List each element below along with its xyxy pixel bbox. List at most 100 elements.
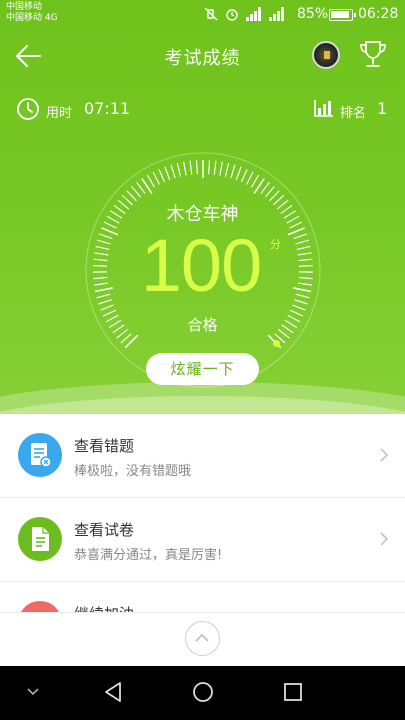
recents-nav-icon[interactable] bbox=[282, 680, 304, 704]
gauge-tick bbox=[93, 258, 108, 262]
status-bar: 中国移动 中国移动 4G 85% 06:28 bbox=[0, 0, 405, 30]
score-value: 100 bbox=[140, 224, 262, 307]
wrong-questions-icon bbox=[18, 433, 62, 477]
gauge-tick bbox=[295, 239, 310, 245]
gauge-tick bbox=[93, 276, 108, 280]
page-title: 考试成绩 bbox=[164, 48, 241, 69]
home-nav-icon[interactable] bbox=[191, 680, 215, 704]
gauge-tick bbox=[240, 168, 248, 183]
gauge-tick bbox=[296, 245, 311, 251]
gauge-tick bbox=[100, 304, 114, 311]
gauge-tick bbox=[235, 166, 242, 181]
gauge-tick bbox=[287, 227, 305, 236]
status-icons bbox=[204, 7, 285, 21]
gauge-tick bbox=[101, 227, 119, 236]
gauge-tick bbox=[176, 162, 182, 177]
gauge-tick bbox=[170, 164, 176, 179]
gauge-tick bbox=[251, 174, 260, 188]
gauge-tick bbox=[293, 233, 308, 240]
scroll-up-button[interactable] bbox=[185, 621, 220, 656]
gauge-tick bbox=[183, 161, 187, 176]
gauge-tick bbox=[94, 252, 109, 256]
hide-keyboard-icon[interactable] bbox=[26, 686, 40, 698]
gauge-tick bbox=[246, 171, 254, 185]
header: 考试成绩 bbox=[0, 36, 405, 76]
gauge-tick bbox=[293, 287, 312, 293]
battery-icon bbox=[329, 9, 356, 21]
gauge-tick bbox=[136, 181, 146, 194]
battery-percent: 85% bbox=[297, 6, 329, 22]
back-nav-icon[interactable] bbox=[102, 680, 124, 704]
gauge-tick bbox=[264, 185, 275, 198]
time-used-label: 用时 bbox=[46, 106, 73, 121]
mute-icon bbox=[204, 7, 218, 21]
gauge-tick bbox=[213, 160, 217, 175]
keep-going-icon bbox=[18, 601, 62, 612]
gauge-indicator bbox=[273, 340, 281, 348]
list-item-title: 继续加油 bbox=[74, 603, 134, 612]
chevron-right-icon bbox=[380, 532, 389, 546]
gauge-tick bbox=[224, 162, 230, 177]
gauge-tick bbox=[96, 293, 111, 299]
list-item-keep-going[interactable]: 继续加油 bbox=[0, 582, 405, 612]
info-row: 用时 07:11 排名 1 bbox=[0, 96, 405, 124]
list-item-wrong-questions[interactable]: 查看错题 棒极啦，没有错题哦 bbox=[0, 414, 405, 498]
gauge-tick bbox=[120, 333, 132, 344]
gauge-tick bbox=[146, 174, 155, 188]
chevron-right-icon bbox=[380, 448, 389, 462]
gauge-tick bbox=[219, 161, 223, 176]
gauge-tick bbox=[93, 265, 108, 267]
user-name: 木仓车神 bbox=[166, 204, 239, 225]
gauge-tick bbox=[292, 304, 306, 311]
time-used-value: 07:11 bbox=[84, 99, 131, 118]
gauge-tick bbox=[98, 299, 112, 305]
gauge-tick bbox=[158, 168, 166, 183]
result-actions-list: 查看错题 棒极啦，没有错题哦 查看试卷 恭喜满分通过，真是厉害! bbox=[0, 414, 405, 582]
gauge-tick bbox=[294, 299, 308, 305]
rank-chart-icon bbox=[314, 100, 333, 117]
gauge-tick bbox=[131, 185, 142, 198]
carrier-2: 中国移动 4G bbox=[6, 13, 58, 23]
list-item-exam-paper[interactable]: 查看试卷 恭喜满分通过，真是厉害! bbox=[0, 498, 405, 582]
bottom-bar bbox=[0, 612, 405, 666]
rank-label: 排名 bbox=[340, 106, 367, 121]
signal-icon bbox=[246, 7, 261, 21]
gauge-tick bbox=[208, 160, 211, 175]
gauge-tick bbox=[297, 252, 312, 256]
status-time: 06:28 bbox=[358, 6, 399, 22]
gauge-tick bbox=[189, 160, 193, 175]
list-item-subtitle: 恭喜满分通过，真是厉害! bbox=[74, 548, 223, 563]
gauge-tick bbox=[260, 181, 270, 194]
alarm-icon bbox=[226, 9, 238, 21]
gauge-tick bbox=[298, 282, 313, 286]
trophy-icon bbox=[360, 41, 386, 67]
avatar[interactable] bbox=[312, 41, 340, 69]
gauge-tick bbox=[93, 282, 108, 286]
exam-paper-icon bbox=[18, 517, 62, 561]
gauge-tick bbox=[95, 245, 110, 251]
carrier-1: 中国移动 bbox=[6, 2, 43, 12]
score-unit: 分 bbox=[270, 238, 281, 251]
gauge-tick bbox=[230, 164, 236, 179]
gauge-tick bbox=[298, 276, 313, 280]
list-item-subtitle: 棒极啦，没有错题哦 bbox=[74, 464, 192, 479]
gauge-tick bbox=[195, 160, 198, 175]
system-navigation-bar bbox=[0, 666, 405, 720]
show-off-button[interactable]: 炫耀一下 bbox=[146, 353, 259, 385]
gauge-tick bbox=[152, 171, 160, 185]
signal-4g-icon bbox=[269, 7, 284, 21]
gauge-tick bbox=[96, 239, 111, 245]
trophy-button[interactable] bbox=[358, 39, 388, 69]
gauge-tick bbox=[298, 265, 313, 267]
gauge-tick bbox=[298, 258, 313, 262]
gauge-tick bbox=[98, 233, 113, 240]
gauge-tick bbox=[295, 293, 310, 299]
list-item-title: 查看错题 bbox=[74, 437, 135, 455]
gauge-tick bbox=[94, 287, 113, 293]
gauge-tick bbox=[164, 166, 171, 181]
grade-label: 合格 bbox=[187, 316, 218, 334]
clock-icon bbox=[17, 98, 39, 120]
rank-value: 1 bbox=[377, 99, 388, 118]
chevron-up-icon bbox=[195, 633, 209, 642]
list-item-title: 查看试卷 bbox=[74, 521, 135, 539]
